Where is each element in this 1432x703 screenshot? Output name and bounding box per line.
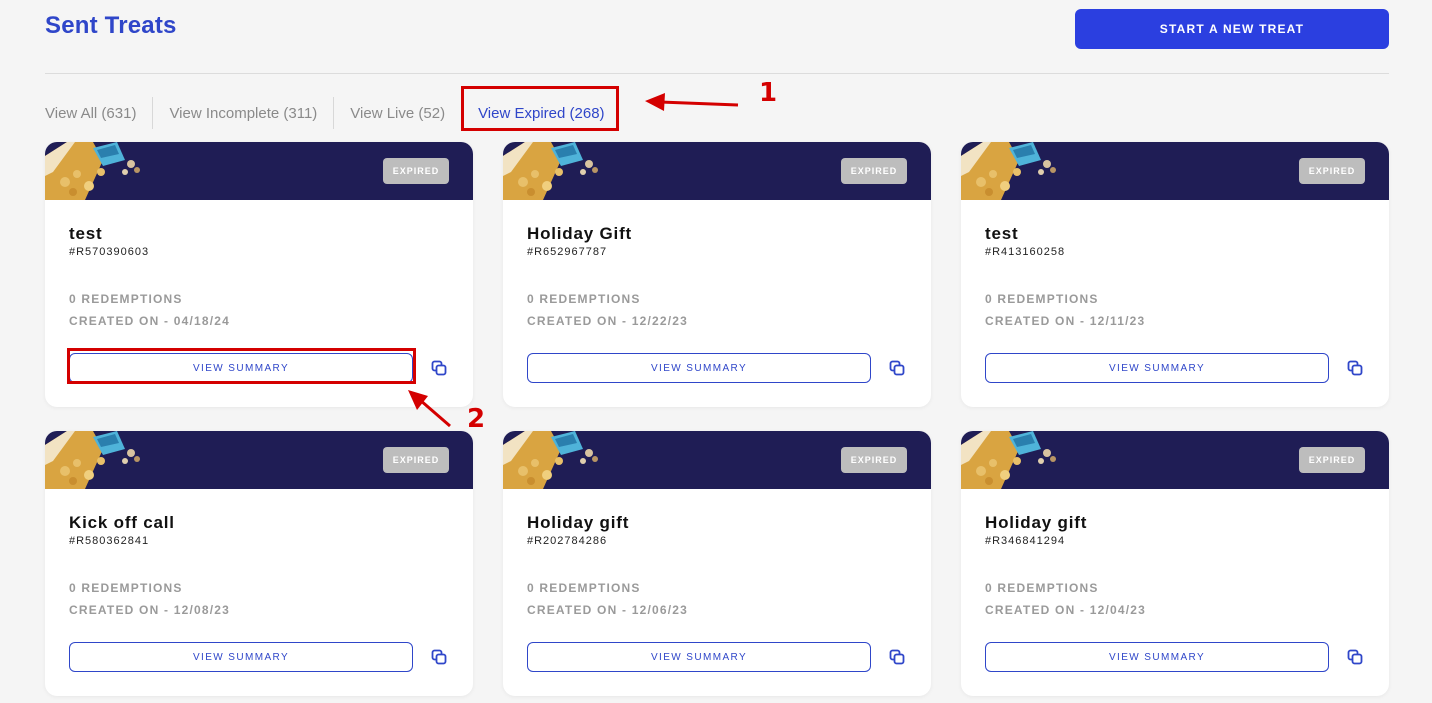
view-summary-button[interactable]: VIEW SUMMARY <box>985 642 1329 672</box>
treat-card: EXPIRED Holiday gift #R346841294 0 REDEM… <box>961 431 1389 696</box>
card-id: #R580362841 <box>69 535 150 547</box>
treat-card: EXPIRED Kick off call #R580362841 0 REDE… <box>45 431 473 696</box>
tab-view-all[interactable]: View All (631) <box>45 97 154 129</box>
card-created-date: CREATED ON - 12/11/23 <box>985 314 1146 328</box>
card-redemptions: 0 REDEMPTIONS <box>985 292 1099 306</box>
annotation-marker-2: 2 <box>467 404 486 434</box>
annotation-marker-1: 1 <box>759 78 778 108</box>
card-banner: EXPIRED <box>961 142 1389 200</box>
card-title: Holiday Gift <box>527 224 632 243</box>
copy-icon[interactable] <box>889 649 905 665</box>
view-summary-button[interactable]: VIEW SUMMARY <box>985 353 1329 383</box>
snack-bag-illustration <box>45 431 140 489</box>
expired-badge: EXPIRED <box>383 158 449 184</box>
card-title: Kick off call <box>69 513 175 532</box>
card-created-date: CREATED ON - 12/22/23 <box>527 314 689 328</box>
snack-bag-illustration <box>45 142 140 200</box>
card-redemptions: 0 REDEMPTIONS <box>985 581 1099 595</box>
copy-icon[interactable] <box>431 649 447 665</box>
expired-badge: EXPIRED <box>1299 447 1365 473</box>
card-id: #R346841294 <box>985 535 1066 547</box>
card-id: #R413160258 <box>985 246 1066 258</box>
treat-card: EXPIRED test #R413160258 0 REDEMPTIONS C… <box>961 142 1389 407</box>
copy-icon[interactable] <box>431 360 447 376</box>
card-id: #R652967787 <box>527 246 608 258</box>
treat-card: EXPIRED Holiday gift #R202784286 0 REDEM… <box>503 431 931 696</box>
tab-view-incomplete[interactable]: View Incomplete (311) <box>153 97 335 129</box>
copy-icon[interactable] <box>1347 360 1363 376</box>
expired-badge: EXPIRED <box>841 447 907 473</box>
expired-badge: EXPIRED <box>841 158 907 184</box>
expired-badge: EXPIRED <box>1299 158 1365 184</box>
expired-badge: EXPIRED <box>383 447 449 473</box>
card-redemptions: 0 REDEMPTIONS <box>527 581 641 595</box>
card-title: test <box>69 224 103 243</box>
snack-bag-illustration <box>503 431 598 489</box>
card-banner: EXPIRED <box>45 142 473 200</box>
card-created-date: CREATED ON - 12/06/23 <box>527 603 689 617</box>
snack-bag-illustration <box>961 431 1056 489</box>
page-title: Sent Treats <box>45 12 177 39</box>
card-banner: EXPIRED <box>503 431 931 489</box>
header-divider <box>45 73 1389 74</box>
card-created-date: CREATED ON - 04/18/24 <box>69 314 231 328</box>
card-redemptions: 0 REDEMPTIONS <box>69 292 183 306</box>
snack-bag-illustration <box>503 142 598 200</box>
card-created-date: CREATED ON - 12/04/23 <box>985 603 1147 617</box>
card-title: Holiday gift <box>527 513 630 532</box>
snack-bag-illustration <box>961 142 1056 200</box>
copy-icon[interactable] <box>889 360 905 376</box>
view-summary-button[interactable]: VIEW SUMMARY <box>527 353 871 383</box>
card-id: #R570390603 <box>69 246 150 258</box>
card-created-date: CREATED ON - 12/08/23 <box>69 603 231 617</box>
copy-icon[interactable] <box>1347 649 1363 665</box>
card-banner: EXPIRED <box>45 431 473 489</box>
card-banner: EXPIRED <box>503 142 931 200</box>
tab-view-live[interactable]: View Live (52) <box>334 97 463 129</box>
card-banner: EXPIRED <box>961 431 1389 489</box>
card-id: #R202784286 <box>527 535 608 547</box>
start-new-treat-button[interactable]: START A NEW TREAT <box>1075 9 1389 49</box>
card-title: Holiday gift <box>985 513 1088 532</box>
annotation-highlight-expired-tab <box>461 86 619 131</box>
sent-treats-page: Sent Treats START A NEW TREAT View All (… <box>0 0 1432 703</box>
card-redemptions: 0 REDEMPTIONS <box>527 292 641 306</box>
card-title: test <box>985 224 1019 243</box>
card-redemptions: 0 REDEMPTIONS <box>69 581 183 595</box>
annotation-highlight-view-summary <box>67 348 416 384</box>
view-summary-button[interactable]: VIEW SUMMARY <box>69 642 413 672</box>
treat-card: EXPIRED Holiday Gift #R652967787 0 REDEM… <box>503 142 931 407</box>
view-summary-button[interactable]: VIEW SUMMARY <box>527 642 871 672</box>
